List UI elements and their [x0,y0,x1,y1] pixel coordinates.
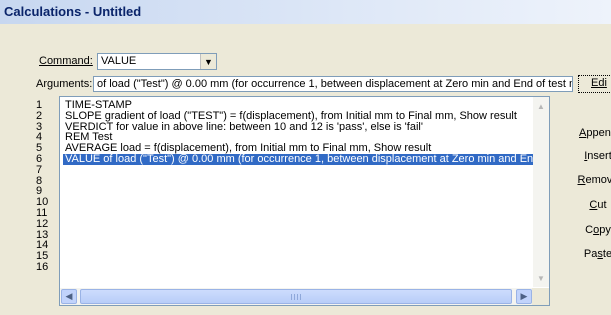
title-bar[interactable]: Calculations - Untitled [0,0,611,24]
scroll-left-icon[interactable]: ◀ [61,289,77,304]
scroll-down-icon[interactable]: ▼ [534,271,548,285]
vertical-scrollbar[interactable]: ▲ ▼ [533,97,549,287]
line-numbers: 1 2 3 4 5 6 7 8 9 10 11 12 13 14 15 16 [36,100,56,273]
calculations-list[interactable]: TIME-STAMP SLOPE gradient of load ("TEST… [59,96,550,306]
arguments-label: Arguments: [36,78,93,90]
list-item[interactable]: VERDICT for value in above line: between… [63,122,534,133]
horizontal-scrollbar[interactable]: ◀ ▶ [60,288,533,305]
remove-button[interactable]: Remove [568,170,611,190]
copy-button[interactable]: Copy [568,220,611,240]
paste-button[interactable]: Paste [568,244,611,264]
list-item-selected[interactable]: VALUE of load ("Test") @ 0.00 mm (for oc… [63,153,534,165]
list-item[interactable]: AVERAGE load = f(displacement), from Ini… [63,143,534,154]
list-item[interactable]: SLOPE gradient of load ("TEST") = f(disp… [63,111,534,122]
line-number: 12 [36,217,49,230]
scroll-up-icon[interactable]: ▲ [534,99,548,113]
line-number: 7 [36,163,43,176]
grip-icon [291,294,301,300]
command-label: Command: [39,55,93,67]
line-number: 16 [36,260,49,273]
command-select[interactable]: VALUE ▼ [97,53,217,70]
chevron-down-icon[interactable]: ▼ [200,54,216,69]
scroll-thumb[interactable] [80,289,512,304]
append-button[interactable]: Append [568,123,611,143]
command-value: VALUE [101,55,137,67]
list-item[interactable]: REM Test [63,132,534,143]
scroll-right-icon[interactable]: ▶ [516,289,532,304]
window-title: Calculations - Untitled [4,4,142,19]
cut-button[interactable]: Cut [568,195,611,215]
line-number: 2 [36,109,43,122]
list-item[interactable]: TIME-STAMP [63,100,534,111]
edit-button[interactable]: Edi [578,75,611,93]
insert-button[interactable]: Insert [568,146,611,166]
scrollbar-corner [532,288,549,305]
arguments-field[interactable]: of load ("Test") @ 0.00 mm (for occurren… [93,76,573,92]
